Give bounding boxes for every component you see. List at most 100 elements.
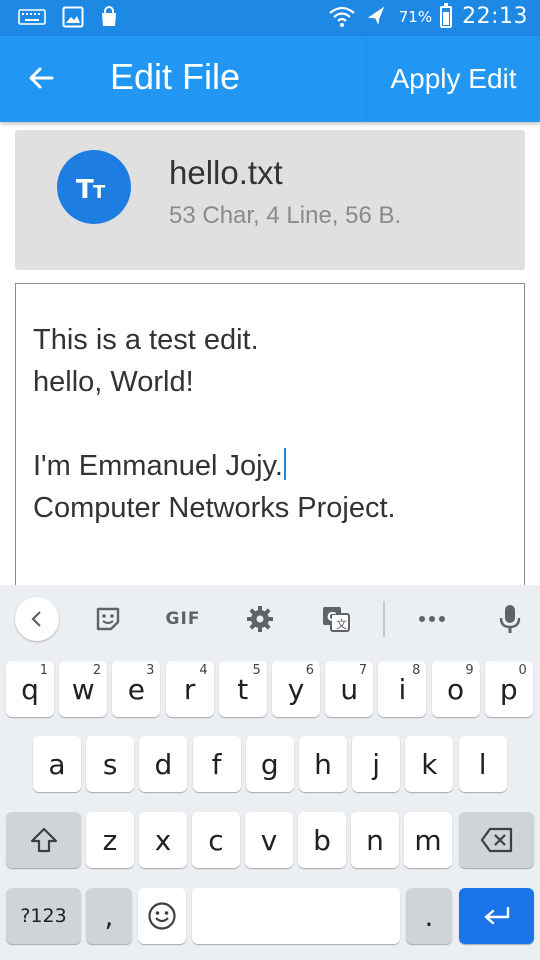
key-label: y [287, 672, 305, 706]
key-hint: 5 [252, 663, 261, 678]
svg-text:T: T [76, 175, 94, 202]
text-file-icon: T T [57, 150, 131, 224]
battery-percentage: 71% [398, 7, 433, 26]
page-title: Edit File [110, 56, 241, 97]
key-hint: 9 [465, 663, 474, 678]
key-label: h [314, 747, 332, 781]
key-e[interactable]: e3 [112, 661, 161, 717]
key-h[interactable]: h [299, 736, 347, 792]
key-q[interactable]: q1 [6, 661, 54, 717]
key-label: m [414, 823, 442, 857]
key-c[interactable]: c [192, 812, 240, 868]
sticker-icon [96, 607, 120, 631]
key-label: l [478, 747, 487, 781]
microphone-icon [499, 605, 521, 633]
gif-button[interactable]: GIF [158, 599, 208, 639]
comma-key[interactable]: , [86, 888, 132, 944]
key-hint: 3 [146, 663, 155, 678]
key-o[interactable]: o9 [431, 661, 480, 717]
airplane-icon [367, 6, 385, 25]
app-bar: Edit File Apply Edit [0, 36, 540, 122]
key-label: w [71, 672, 95, 706]
file-name: hello.txt [169, 154, 283, 191]
svg-text:文: 文 [336, 617, 347, 631]
text-cursor [283, 448, 286, 480]
key-label: e [127, 672, 145, 706]
key-k[interactable]: k [405, 736, 454, 792]
key-label: t [237, 672, 249, 706]
key-d[interactable]: d [139, 736, 188, 792]
key-r[interactable]: r4 [165, 661, 214, 717]
back-button[interactable] [20, 56, 64, 100]
key-label: f [211, 747, 222, 781]
key-label: q [21, 672, 39, 706]
battery-icon [440, 2, 453, 28]
settings-button[interactable] [238, 599, 282, 639]
apply-edit-button[interactable]: Apply Edit [366, 36, 540, 122]
shopping-bag-icon [102, 6, 116, 26]
key-p[interactable]: p0 [484, 661, 533, 717]
svg-text:T: T [93, 182, 106, 202]
key-hint: 8 [412, 663, 421, 678]
key-t[interactable]: t5 [218, 661, 267, 717]
key-s[interactable]: s [86, 736, 135, 792]
emoji-key[interactable] [138, 888, 186, 944]
key-label: v [260, 823, 278, 857]
key-m[interactable]: m [404, 812, 452, 868]
file-info-card: T T hello.txt 53 Char, 4 Line, 56 B. [15, 130, 525, 270]
image-icon [62, 6, 84, 28]
editor-line: hello, World! [33, 366, 194, 398]
key-g[interactable]: g [245, 736, 294, 792]
key-l[interactable]: l [458, 736, 507, 792]
key-hint: 4 [199, 663, 208, 678]
translate-button[interactable]: G 文 [314, 599, 358, 639]
backspace-icon [480, 827, 512, 853]
editor-line: Computer Networks Project. [33, 492, 396, 524]
key-v[interactable]: v [245, 812, 293, 868]
status-bar: 71% 22:13 [0, 0, 540, 36]
shift-key[interactable] [6, 812, 81, 868]
key-label: o [447, 672, 465, 706]
collapse-toolbar-button[interactable] [15, 597, 59, 641]
key-b[interactable]: b [298, 812, 346, 868]
shift-arrow-icon [30, 827, 57, 853]
key-label: b [313, 823, 331, 857]
editor-line: This is a test edit. [33, 324, 259, 356]
key-y[interactable]: y6 [272, 661, 320, 717]
key-hint: 1 [39, 663, 48, 678]
voice-input-button[interactable] [488, 599, 532, 639]
backspace-key[interactable] [459, 812, 534, 868]
arrow-left-icon [29, 67, 54, 89]
key-label: i [398, 672, 407, 706]
period-key[interactable]: . [406, 888, 452, 944]
gear-icon [247, 606, 273, 632]
space-key[interactable] [192, 888, 400, 944]
key-n[interactable]: n [351, 812, 399, 868]
key-label: g [260, 747, 279, 781]
keyboard-toolbar: GIF G 文 [0, 585, 540, 653]
key-u[interactable]: u7 [325, 661, 374, 717]
key-i[interactable]: i8 [378, 661, 427, 717]
key-w[interactable]: w2 [59, 661, 108, 717]
chevron-left-icon [31, 611, 41, 627]
key-f[interactable]: f [192, 736, 241, 792]
key-label: x [154, 823, 172, 857]
more-button[interactable] [410, 599, 454, 639]
key-a[interactable]: a [33, 736, 81, 792]
key-label: n [366, 823, 384, 857]
file-stats: 53 Char, 4 Line, 56 B. [169, 202, 402, 229]
key-x[interactable]: x [139, 812, 187, 868]
key-label: c [208, 823, 224, 857]
toolbar-divider [383, 601, 385, 637]
key-label: k [421, 747, 438, 781]
text-editor[interactable]: This is a test edit. hello, World! I'm E… [15, 283, 525, 603]
editor-line-text: I'm Emmanuel Jojy. [33, 450, 283, 482]
key-j[interactable]: j [352, 736, 401, 792]
sticker-button[interactable] [86, 599, 130, 639]
symbols-key[interactable]: ?123 [6, 888, 81, 944]
key-label: j [372, 747, 381, 781]
enter-key[interactable] [459, 888, 534, 944]
key-label: d [154, 747, 173, 781]
key-z[interactable]: z [86, 812, 134, 868]
